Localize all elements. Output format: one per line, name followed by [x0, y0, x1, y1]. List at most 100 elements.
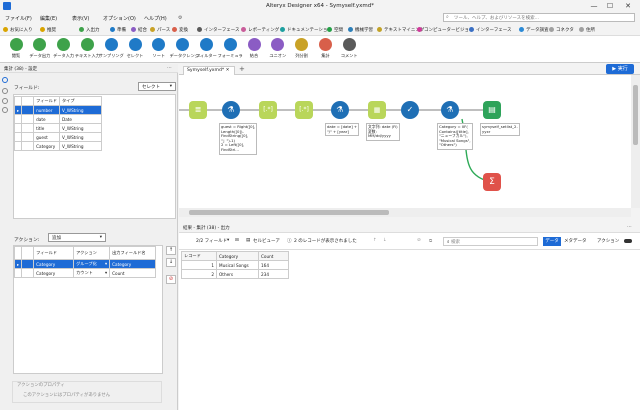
column-header[interactable]: レコード [181, 251, 217, 261]
tool-button[interactable]: 集計 [312, 38, 338, 59]
action-output-name[interactable]: Category [109, 259, 157, 269]
settings-gear-icon[interactable]: ⚙ [178, 15, 182, 21]
category-tab[interactable]: インターフェース [197, 27, 240, 33]
tool-button[interactable]: コメント [336, 38, 362, 59]
category-tab[interactable]: 結合 [131, 27, 147, 33]
category-tab[interactable]: 推奨 [40, 27, 56, 33]
tool-node-formula-1[interactable]: ⚗ [222, 101, 240, 119]
tool-button[interactable]: データ入力 [51, 38, 77, 59]
field-checkbox[interactable] [21, 141, 35, 151]
run-button[interactable]: ▶ 実行 [606, 64, 634, 74]
field-count[interactable]: 2/2 フィールド [196, 238, 227, 244]
tool-node-output[interactable]: ▤ [483, 101, 501, 119]
results-search-input[interactable]: ⌕ 検索 [443, 237, 538, 246]
workflow-canvas[interactable]: ≣ ⚗ [.*] [.*] ⚗ ▦ ✓ ⚗ ▤ Σ guest = Right(… [179, 75, 631, 208]
tool-button[interactable]: 閲覧 [3, 38, 29, 59]
select-dropdown[interactable]: セレクト ▾ [138, 82, 176, 91]
tool-button[interactable]: サンプリング [98, 38, 124, 59]
category-tab[interactable]: 住所 [579, 27, 595, 33]
category-tab[interactable]: インターフェース [469, 27, 512, 33]
tool-node-text-to-columns[interactable]: ≣ [189, 101, 207, 119]
field-checkbox[interactable] [21, 114, 35, 124]
field-row[interactable]: ▸ number V_WString [13, 105, 102, 115]
table-row[interactable]: 1 Musical Songs 164 [181, 260, 289, 270]
tool-button[interactable]: データ出力 [27, 38, 53, 59]
add-action-dropdown[interactable]: 追加 ▾ [48, 233, 106, 242]
tool-node-select[interactable]: ✓ [401, 101, 419, 119]
action-row[interactable]: Category カウント ▾ Count [13, 268, 157, 278]
category-tab[interactable]: 準備 [110, 27, 126, 33]
scrollbar-thumb[interactable] [189, 210, 389, 215]
category-tab[interactable]: レポーティング [241, 27, 279, 33]
move-down-button[interactable]: ↓ [166, 258, 176, 267]
cell-viewer-button[interactable]: セルビューア [253, 238, 280, 244]
tool-button[interactable]: フィルター [193, 38, 219, 59]
delete-action-button[interactable]: ⊘ [166, 275, 176, 284]
close-tab-icon[interactable]: ✕ [226, 68, 230, 73]
scrollbar-thumb[interactable] [633, 85, 638, 145]
config-tab-icon[interactable] [2, 77, 8, 83]
cell-viewer-icon[interactable]: ▤ [246, 238, 250, 243]
menu-options[interactable]: オプション(O) [103, 15, 136, 22]
annotation-tab-icon[interactable] [2, 88, 8, 94]
tool-node-datetime[interactable]: ▦ [368, 101, 386, 119]
column-header[interactable]: Category [216, 251, 259, 261]
tool-node-formula-2[interactable]: ⚗ [331, 101, 349, 119]
tool-button[interactable]: データクレンジ... [170, 38, 203, 59]
close-button[interactable]: ✕ [622, 2, 634, 10]
field-checkbox[interactable] [21, 123, 35, 133]
help-search-input[interactable]: ツール、ヘルプ、およびリソースを検索... [443, 13, 635, 22]
tab-data[interactable]: データ [543, 237, 561, 246]
menu-view[interactable]: 表示(V) [72, 15, 89, 22]
tool-node-summarize[interactable]: Σ [483, 173, 501, 191]
category-tab[interactable]: お気に入り [3, 27, 33, 33]
panel-menu-icon[interactable]: ⋯ [627, 224, 632, 230]
menu-edit[interactable]: 編集(E) [40, 15, 57, 22]
maximize-button[interactable]: ☐ [604, 2, 616, 10]
category-tab[interactable]: パース [150, 27, 170, 33]
tool-button[interactable]: テキスト入力 [74, 38, 100, 59]
move-up-button[interactable]: ↑ [166, 246, 176, 255]
category-tab[interactable]: 機械学習 [348, 27, 373, 33]
canvas-vertical-scrollbar[interactable] [631, 75, 640, 208]
tool-button[interactable]: 結合 [241, 38, 267, 59]
action-type[interactable]: カウント ▾ [73, 268, 111, 278]
tool-node-regex-1[interactable]: [.*] [259, 101, 277, 119]
tool-button[interactable]: ユニオン [265, 38, 291, 59]
field-row[interactable]: Category V_WString [13, 141, 102, 151]
cancel-icon[interactable]: ⊘ [417, 238, 421, 243]
tab-workflow[interactable]: Symyself.yxmd* ✕ [183, 66, 235, 75]
panel-menu-icon[interactable]: ⋯ [167, 65, 172, 71]
menu-help[interactable]: ヘルプ(H) [144, 15, 167, 22]
arrow-down-icon[interactable]: ↓ [383, 238, 387, 243]
category-tab[interactable]: ドキュメンテーション [280, 27, 332, 33]
actions-menu[interactable]: アクション [597, 238, 619, 244]
minimize-button[interactable]: — [588, 2, 600, 10]
action-type[interactable]: グループ化 ▾ [73, 259, 111, 269]
copy-icon[interactable]: ⧉ [429, 238, 432, 244]
category-tab[interactable]: コンピュータービジョン [417, 27, 474, 33]
field-row[interactable]: title V_WString [13, 123, 102, 133]
info-tab-icon[interactable] [2, 107, 8, 113]
action-output-name[interactable]: Count [109, 268, 157, 278]
add-tab-button[interactable]: + [239, 65, 245, 73]
field-checkbox[interactable] [21, 105, 35, 115]
tool-node-formula-3[interactable]: ⚗ [441, 101, 459, 119]
field-row[interactable]: date Date [13, 114, 102, 124]
canvas-horizontal-scrollbar[interactable] [179, 208, 631, 217]
columns-icon[interactable]: ⊟ [235, 238, 239, 243]
tool-node-regex-2[interactable]: [.*] [295, 101, 313, 119]
tool-button[interactable]: フォーミュラ [217, 38, 243, 59]
field-checkbox[interactable] [21, 132, 35, 142]
category-tab[interactable]: コネクタ [549, 27, 574, 33]
field-row[interactable]: guest V_WString [13, 132, 102, 142]
tool-button[interactable]: セレクト [122, 38, 148, 59]
tool-button[interactable]: ソート [146, 38, 172, 59]
tool-button[interactable]: 列分割 [289, 38, 315, 59]
category-tab[interactable]: 変換 [172, 27, 188, 33]
category-tab[interactable]: 入出力 [79, 27, 100, 33]
tab-metadata[interactable]: メタデータ [564, 238, 587, 244]
category-tab[interactable]: データ調査 [519, 27, 549, 33]
column-header[interactable]: Count [258, 251, 289, 261]
rename-tab-icon[interactable] [2, 98, 8, 104]
